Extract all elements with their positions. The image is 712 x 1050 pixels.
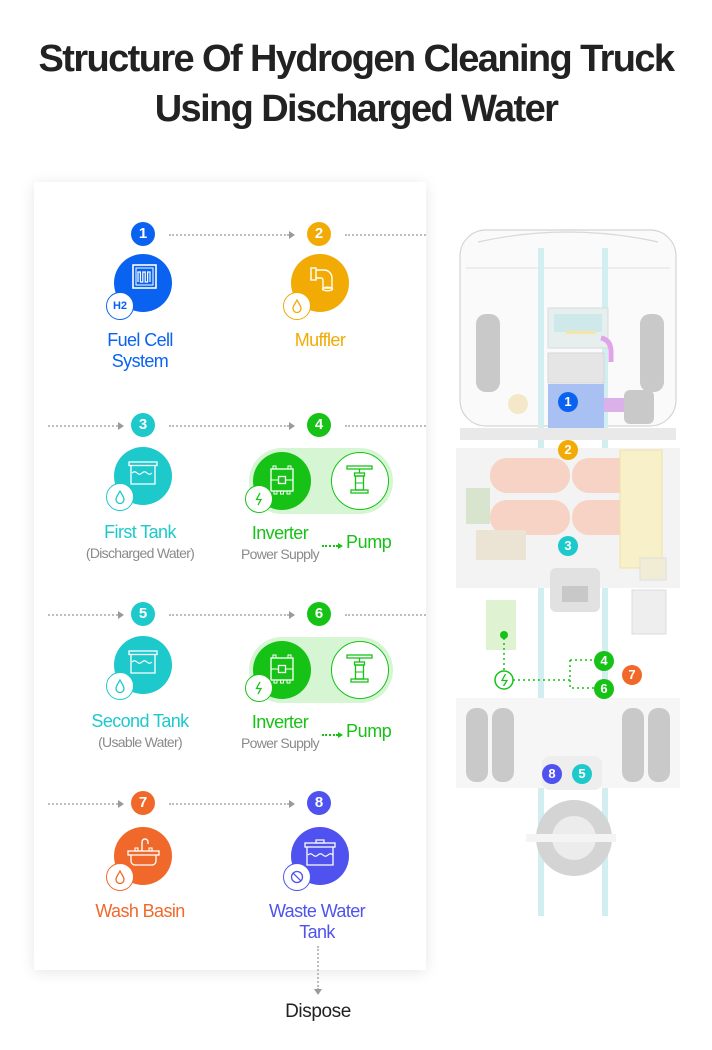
step-6-sublabel: Power Supply	[241, 735, 320, 751]
step-3-sublabel: (Discharged Water)	[85, 545, 195, 561]
step-3-badge: 3	[131, 413, 155, 437]
flow-connector	[322, 545, 338, 547]
water-drop-icon	[106, 672, 134, 700]
arrow-right-icon	[289, 611, 295, 619]
truck-chassis-drawing	[456, 229, 680, 916]
truck-marker-2: 2	[558, 440, 578, 460]
step-2-label: Muffler	[294, 330, 346, 350]
arrow-right-icon	[289, 800, 295, 808]
truck-marker-8: 8	[542, 764, 562, 784]
step-6-badge: 6	[307, 602, 331, 626]
arrow-right-icon	[289, 231, 295, 239]
truck-illustration: 1 2 3 4 7 6 8 5	[456, 228, 680, 918]
step-5-sublabel: (Usable Water)	[98, 734, 183, 750]
step-8-badge: 8	[307, 791, 331, 815]
lightning-icon	[245, 674, 273, 702]
flow-connector	[48, 803, 118, 805]
truck-marker-1: 1	[558, 392, 578, 412]
dispose-connector	[317, 946, 319, 990]
step-8-label: Waste Water Tank	[268, 901, 366, 942]
arrow-right-icon	[118, 611, 124, 619]
pump-icon	[331, 641, 389, 699]
flow-connector	[48, 614, 118, 616]
truck-marker-6: 6	[594, 679, 614, 699]
truck-marker-3: 3	[558, 536, 578, 556]
step-2-badge: 2	[307, 222, 331, 246]
flow-connector	[169, 803, 289, 805]
arrow-right-icon	[118, 422, 124, 430]
pump-icon	[331, 452, 389, 510]
dispose-label: Dispose	[285, 1001, 351, 1022]
arrow-right-icon	[118, 800, 124, 808]
page-title: Structure Of Hydrogen Cleaning Truck Usi…	[0, 34, 712, 134]
step-7-label: Wash Basin	[95, 901, 185, 921]
flow-connector	[169, 614, 289, 616]
flow-connector	[345, 234, 426, 236]
flow-connector	[169, 425, 289, 427]
step-1-badge: 1	[131, 222, 155, 246]
lightning-icon	[245, 485, 273, 513]
title-line-2: Using Discharged Water	[154, 88, 559, 130]
flow-connector	[345, 614, 426, 616]
step-6-label: Inverter	[251, 712, 309, 732]
water-drop-icon	[283, 292, 311, 320]
step-5-label: Second Tank	[91, 711, 189, 731]
step-3-label: First Tank	[104, 522, 176, 542]
flow-connector	[322, 734, 338, 736]
step-7-badge: 7	[131, 791, 155, 815]
step-4-sublabel: Power Supply	[241, 546, 320, 562]
arrow-right-icon	[338, 731, 343, 738]
title-line-1: Structure Of Hydrogen Cleaning Truck	[38, 38, 676, 80]
flow-connector	[48, 425, 118, 427]
arrow-right-icon	[289, 422, 295, 430]
water-drop-icon	[106, 483, 134, 511]
step-5-badge: 5	[131, 602, 155, 626]
step-4-badge: 4	[307, 413, 331, 437]
step-4-target-label: Pump	[346, 532, 392, 552]
process-flow-card: 1 2 H2 Fuel Cell System Muffler 3 4 Firs…	[34, 182, 426, 970]
flow-connector	[169, 234, 289, 236]
step-4-label: Inverter	[251, 523, 309, 543]
prohibited-icon	[283, 863, 311, 891]
truck-marker-5: 5	[572, 764, 592, 784]
arrow-right-icon	[338, 542, 343, 549]
arrow-down-icon	[314, 989, 322, 995]
truck-marker-7: 7	[622, 665, 642, 685]
water-drop-icon	[106, 863, 134, 891]
step-1-label: Fuel Cell System	[107, 330, 173, 371]
step-6-target-label: Pump	[346, 721, 392, 741]
flow-connector	[345, 425, 426, 427]
truck-marker-4: 4	[594, 651, 614, 671]
h2-icon: H2	[106, 292, 134, 320]
